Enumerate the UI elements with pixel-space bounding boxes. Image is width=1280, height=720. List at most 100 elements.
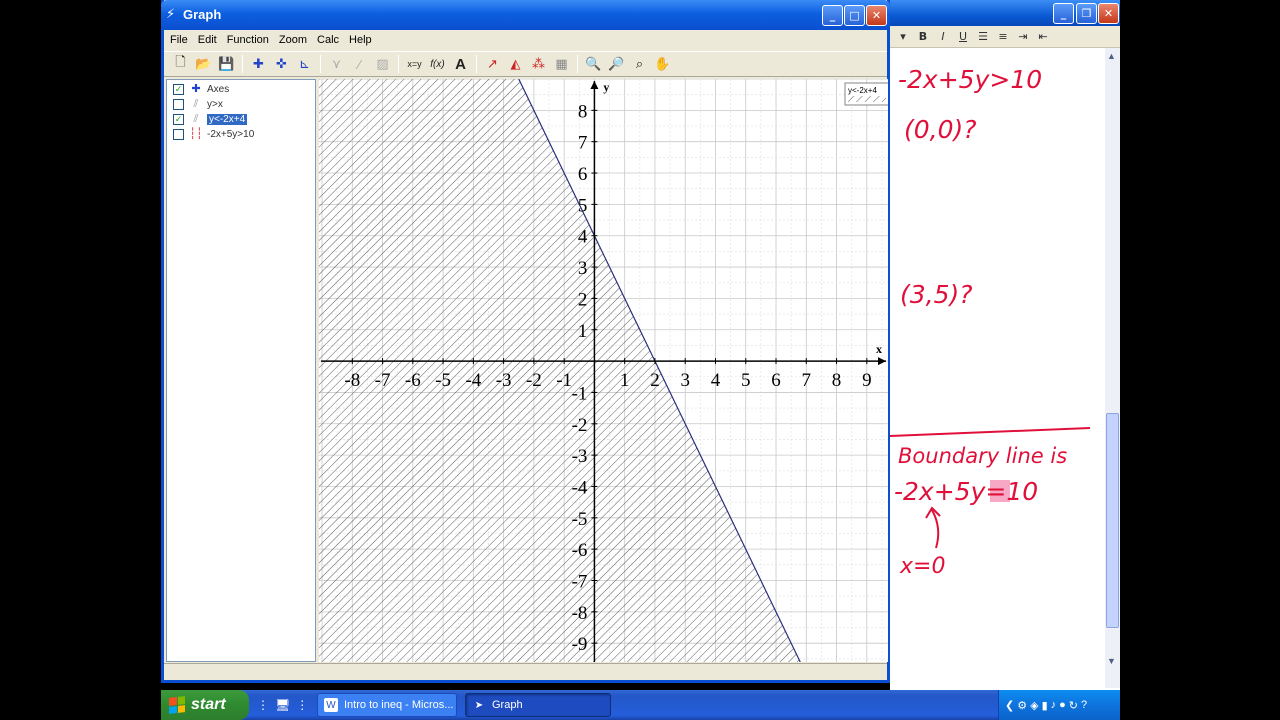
legend-box: y<-2x+4 bbox=[844, 82, 890, 106]
bold-button[interactable]: B bbox=[914, 28, 932, 46]
dropdown-arrow-icon[interactable]: ▾ bbox=[894, 28, 912, 46]
checkbox-checked[interactable]: ✓ bbox=[173, 113, 184, 125]
menu-calc[interactable]: Calc bbox=[317, 34, 339, 46]
network-icon[interactable]: ⚙ bbox=[1017, 699, 1027, 712]
zoom-out-icon[interactable]: 🔎 bbox=[605, 53, 628, 75]
insert-label-icon[interactable]: A bbox=[449, 53, 472, 75]
open-folder-icon[interactable]: 📂 bbox=[192, 53, 215, 75]
menu-help[interactable]: Help bbox=[349, 34, 372, 46]
checkbox-checked[interactable]: ✓ bbox=[173, 83, 184, 95]
note-boundary-equation: -2x+5y=10 bbox=[894, 477, 1038, 506]
menu-function[interactable]: Function bbox=[227, 34, 269, 46]
y-tick-label: -1 bbox=[572, 383, 588, 404]
antivirus-icon[interactable]: ● bbox=[1059, 699, 1066, 711]
menu-zoom[interactable]: Zoom bbox=[279, 34, 307, 46]
bullet-list-icon[interactable]: ☰ bbox=[974, 28, 992, 46]
toolbar-separator bbox=[476, 55, 477, 73]
insert-tangent-icon[interactable]: ⁄ bbox=[348, 53, 371, 75]
function-item-axes[interactable]: ✓ ✚ Axes bbox=[173, 82, 229, 96]
trendline-icon[interactable]: ↗ bbox=[481, 53, 504, 75]
x-tick-label: -4 bbox=[465, 370, 481, 391]
y-tick-label: -9 bbox=[572, 634, 588, 655]
menu-file[interactable]: File bbox=[170, 34, 188, 46]
maximize-button[interactable]: □ bbox=[844, 5, 865, 26]
show-desktop-icon[interactable]: 🖥 bbox=[275, 698, 290, 712]
underline-button[interactable]: U bbox=[954, 28, 972, 46]
new-file-icon[interactable]: 🗋 bbox=[169, 53, 192, 75]
function-label: Axes bbox=[207, 83, 230, 95]
y-tick-label: 1 bbox=[578, 321, 588, 342]
checkbox-unchecked[interactable] bbox=[173, 128, 184, 140]
graph-app-icon: ⚡ bbox=[166, 6, 176, 21]
scroll-down-icon[interactable]: ▼ bbox=[1107, 656, 1116, 666]
evaluate-icon[interactable]: x=y bbox=[403, 53, 426, 75]
volume-icon[interactable]: ♪ bbox=[1051, 699, 1057, 711]
x-tick-label: -3 bbox=[496, 370, 512, 391]
security-shield-icon[interactable]: ◈ bbox=[1030, 699, 1038, 712]
graph-plot-area[interactable]: x y -8 -7 -6 -5 -4 -3 -2 -1 1 2 3 4 5 6 7 8 9 8 7 6 5 4 3 2 1 -1-… bbox=[319, 78, 890, 663]
notes-restore-button[interactable]: ❐ bbox=[1076, 3, 1097, 24]
graph-window: ⚡ Graph _ □ ✕ File Edit Function Zoom Ca… bbox=[161, 0, 890, 683]
function-item-boundary[interactable]: ┆┆ -2x+5y>10 bbox=[173, 127, 254, 141]
legend-hatch-swatch bbox=[848, 96, 886, 102]
italic-button[interactable]: I bbox=[934, 28, 952, 46]
point-series-icon[interactable]: ⁂ bbox=[527, 53, 550, 75]
graph-titlebar[interactable]: ⚡ Graph _ □ ✕ bbox=[161, 0, 890, 30]
y-tick-label: 4 bbox=[578, 227, 588, 248]
tray-arrow-icon[interactable]: ❮ bbox=[1005, 699, 1014, 712]
pan-hand-icon[interactable]: ✋ bbox=[651, 53, 674, 75]
toolbar-separator bbox=[398, 55, 399, 73]
hatch-icon: ⫽ bbox=[193, 113, 199, 125]
function-item-y-lt-neg2x-plus4[interactable]: ✓ ⫽ y<-2x+4 bbox=[173, 112, 248, 126]
window-title: Graph bbox=[183, 7, 222, 22]
menu-edit[interactable]: Edit bbox=[198, 34, 217, 46]
y-tick-label: -4 bbox=[572, 477, 588, 498]
help-icon[interactable]: ? bbox=[1081, 699, 1087, 711]
y-axis-label: y bbox=[603, 80, 609, 94]
close-button[interactable]: ✕ bbox=[866, 5, 887, 26]
function-list-panel: ✓ ✚ Axes ⫽ y>x ✓ ⫽ y<-2x+4 ┆┆ -2x+5y>10 bbox=[166, 79, 316, 662]
start-button[interactable]: start bbox=[161, 690, 249, 720]
x-tick-label: 4 bbox=[711, 370, 721, 391]
x-axis-label: x bbox=[876, 342, 882, 356]
zoom-in-icon[interactable]: 🔍 bbox=[582, 53, 605, 75]
coordinate-plane[interactable]: x y -8 -7 -6 -5 -4 -3 -2 -1 1 2 3 4 5 6 7 8 987654321-1-… bbox=[319, 78, 890, 663]
grid-tool-icon[interactable]: ✜ bbox=[270, 53, 293, 75]
function-item-y-gt-x[interactable]: ⫽ y>x bbox=[173, 97, 223, 111]
taskbar-item-word[interactable]: W Intro to ineq - Micros... bbox=[317, 693, 457, 717]
arrow-stroke bbox=[931, 509, 940, 549]
zoom-fit-icon[interactable]: ⌕ bbox=[628, 53, 651, 75]
outdent-icon[interactable]: ⇤ bbox=[1034, 28, 1052, 46]
update-icon[interactable]: ↻ bbox=[1069, 699, 1078, 712]
x-tick-label: -1 bbox=[556, 370, 572, 391]
y-tick-label: 6 bbox=[578, 164, 588, 185]
indent-icon[interactable]: ⇥ bbox=[1014, 28, 1032, 46]
notes-minimize-button[interactable]: _ bbox=[1053, 3, 1074, 24]
notes-titlebar[interactable]: _ ❐ ✕ bbox=[890, 0, 1120, 26]
function-label: y>x bbox=[207, 98, 223, 110]
minimize-button[interactable]: _ bbox=[822, 5, 843, 26]
toolbar: 🗋 📂 💾 ✚ ✜ ⊾ ⋎ ⁄ ▨ x=y f(x) A ↗ ◭ ⁂ ▦ 🔍 🔎… bbox=[164, 51, 887, 77]
function-fx-icon[interactable]: f(x) bbox=[426, 53, 449, 75]
notes-close-button[interactable]: ✕ bbox=[1098, 3, 1119, 24]
taskbar-item-graph[interactable]: ➤ Graph bbox=[465, 693, 611, 717]
x-tick-label: 5 bbox=[741, 370, 751, 391]
axis-settings-icon[interactable]: ⊾ bbox=[293, 53, 316, 75]
y-tick-label: 2 bbox=[578, 289, 588, 310]
checkbox-unchecked[interactable] bbox=[173, 98, 184, 110]
battery-icon[interactable]: ▮ bbox=[1042, 699, 1048, 712]
x-tick-label: 8 bbox=[832, 370, 842, 391]
x-tick-label: 6 bbox=[771, 370, 781, 391]
save-icon[interactable]: 💾 bbox=[215, 53, 238, 75]
notes-scroll-thumb[interactable] bbox=[1106, 413, 1119, 628]
table-icon[interactable]: ▦ bbox=[550, 53, 573, 75]
insert-shading-icon[interactable]: ▨ bbox=[371, 53, 394, 75]
scroll-up-icon[interactable]: ▲ bbox=[1107, 51, 1116, 61]
numbered-list-icon[interactable]: ≡ bbox=[994, 28, 1012, 46]
axes-tool-icon[interactable]: ✚ bbox=[247, 53, 270, 75]
y-tick-label: 3 bbox=[578, 258, 588, 279]
insert-function-icon[interactable]: ⋎ bbox=[325, 53, 348, 75]
x-tick-label: 1 bbox=[620, 370, 630, 391]
notes-scrollbar[interactable]: ▲ ▼ bbox=[1105, 48, 1120, 688]
shading-icon[interactable]: ◭ bbox=[504, 53, 527, 75]
